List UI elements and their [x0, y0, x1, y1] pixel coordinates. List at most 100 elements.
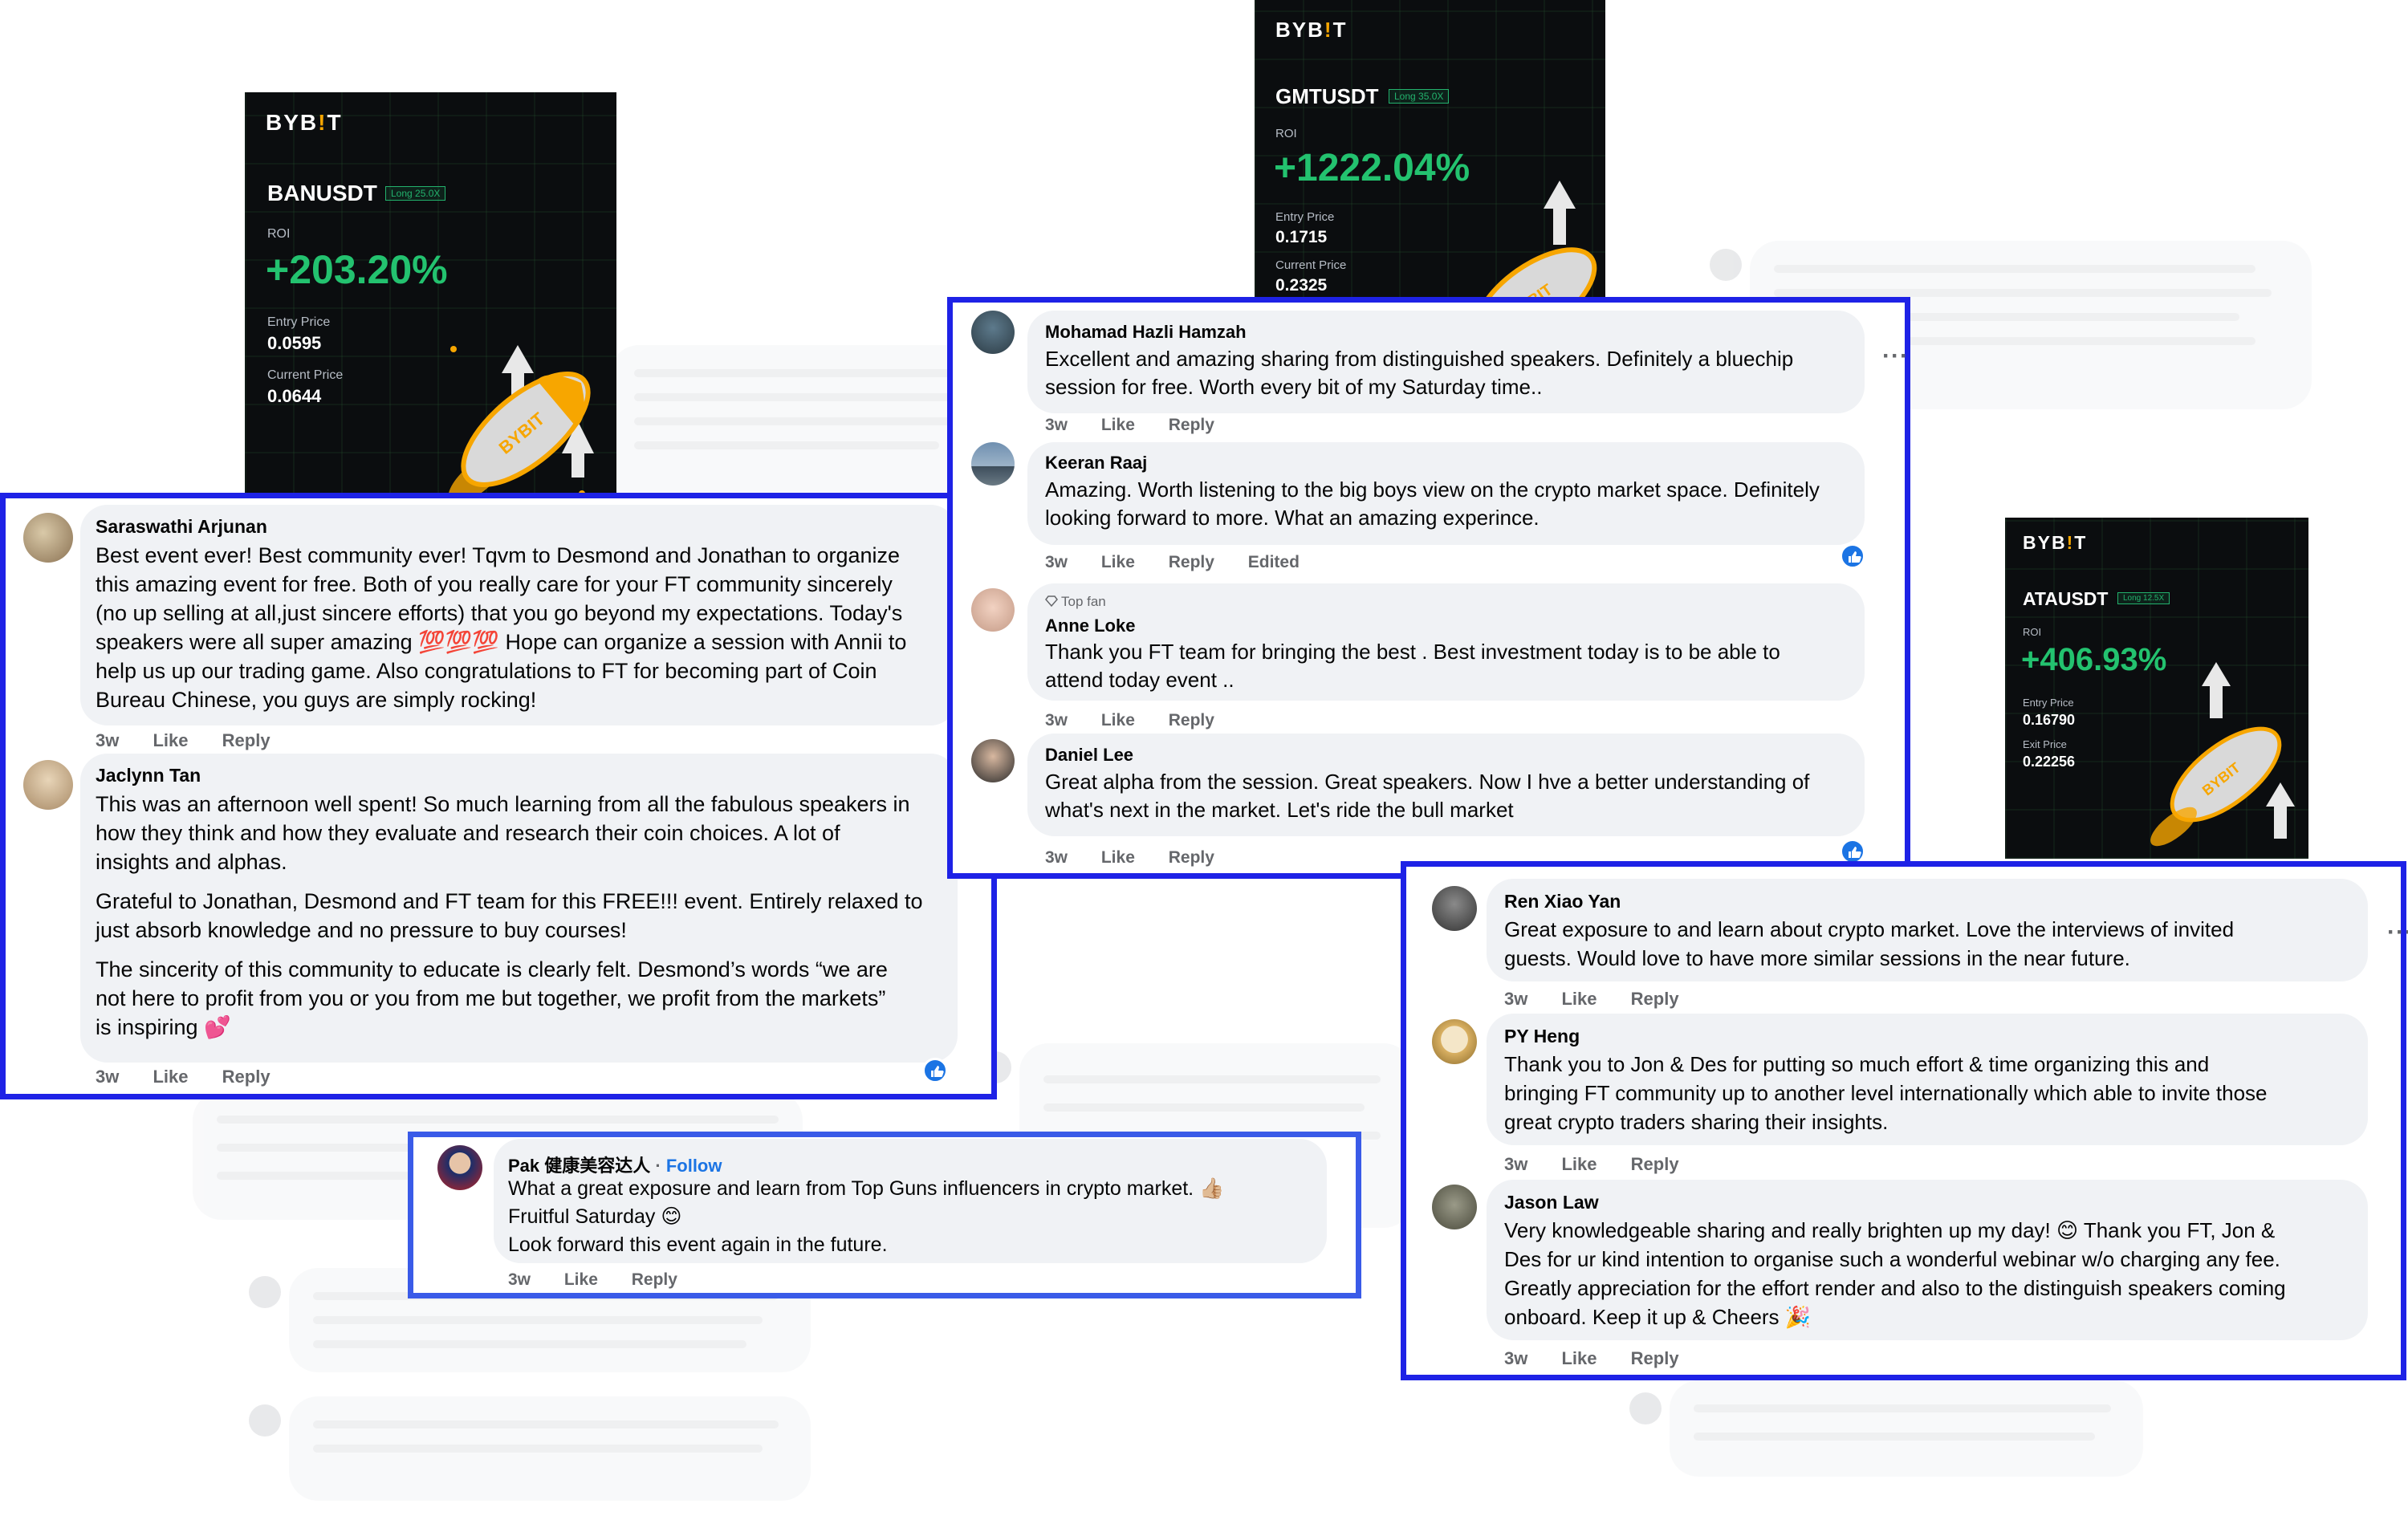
comment-text: Thank you to Jon & Des for putting so mu…: [1504, 1052, 2268, 1134]
follow-link[interactable]: Follow: [666, 1156, 722, 1176]
comment-time: 3w: [1045, 416, 1068, 434]
comment-time: 3w: [1504, 1154, 1528, 1174]
exit-price-label: Exit Price: [2023, 738, 2067, 750]
bybit-card-banusdt: BYB!T BANUSDT Long 25.0X ROI +203.20% En…: [245, 92, 616, 502]
comment-author[interactable]: Pak 健康美容达人: [508, 1156, 650, 1176]
logo-accent: !: [2066, 532, 2075, 553]
rocket-icon: BYBIT: [2150, 662, 2295, 847]
avatar[interactable]: [437, 1145, 482, 1190]
comments-panel-right: Ren Xiao Yan Great exposure to and learn…: [1401, 861, 2408, 1380]
like-button[interactable]: Like: [1561, 1154, 1597, 1174]
comment-actions: 3w Like Reply: [1045, 711, 1243, 730]
like-button[interactable]: Like: [564, 1270, 598, 1289]
comment-actions: 3w Like Reply: [508, 1270, 706, 1290]
entry-price-label: Entry Price: [1275, 210, 1335, 224]
reply-button[interactable]: Reply: [222, 730, 270, 750]
avatar[interactable]: [971, 739, 1015, 782]
entry-price-value: 0.1715: [1275, 228, 1328, 246]
exit-price-value: 0.22256: [2023, 754, 2076, 770]
comment-author[interactable]: Saraswathi Arjunan: [96, 516, 267, 538]
like-button[interactable]: Like: [1561, 989, 1597, 1009]
comment-author[interactable]: PY Heng: [1504, 1026, 1580, 1047]
comment-actions: 3w Like Reply: [1504, 1348, 1708, 1369]
entry-price-label: Entry Price: [267, 315, 331, 329]
reply-button[interactable]: Reply: [1169, 553, 1214, 571]
like-reaction-icon[interactable]: [1840, 543, 1865, 569]
comment-author-line: Pak 健康美容达人 · Follow: [508, 1156, 722, 1176]
bybit-logo: BYB!T: [2023, 532, 2088, 553]
comment-text: Very knowledgeable sharing and really br…: [1504, 1218, 2286, 1329]
like-button[interactable]: Like: [1561, 1348, 1597, 1368]
like-button[interactable]: Like: [1101, 848, 1135, 867]
current-price-value: 0.2325: [1275, 276, 1328, 295]
comment-time: 3w: [1045, 848, 1068, 867]
comment-text: Best event ever! Best community ever! Tq…: [96, 543, 907, 712]
comment-author[interactable]: Keeran Raaj: [1045, 453, 1147, 473]
comment-author[interactable]: Daniel Lee: [1045, 745, 1133, 766]
comment-author[interactable]: Anne Loke: [1045, 616, 1135, 636]
avatar[interactable]: [1432, 886, 1477, 931]
reply-button[interactable]: Reply: [1631, 1348, 1679, 1368]
more-options-icon[interactable]: ···: [2387, 919, 2408, 946]
avatar[interactable]: [23, 760, 73, 810]
current-price-value: 0.0644: [267, 386, 322, 406]
avatar[interactable]: [971, 311, 1015, 354]
comment-text: Amazing. Worth listening to the big boys…: [1045, 478, 1820, 530]
current-price-label: Current Price: [1275, 258, 1347, 272]
like-button[interactable]: Like: [153, 1067, 188, 1087]
entry-price-value: 0.0595: [267, 333, 322, 353]
comment-actions: 3w Like Reply: [1504, 989, 1708, 1010]
like-button[interactable]: Like: [1101, 711, 1135, 729]
rocket-icon: BYBIT: [1474, 181, 1597, 301]
bybit-card-gmtusdt: BYB!T GMTUSDT Long 35.0X ROI +1222.04% E…: [1255, 0, 1605, 301]
like-button[interactable]: Like: [1101, 416, 1135, 434]
edited-label: Edited: [1247, 553, 1300, 571]
rocket-icon: BYBIT: [448, 345, 594, 502]
avatar[interactable]: [971, 442, 1015, 486]
comment-time: 3w: [508, 1270, 531, 1289]
comment-time: 3w: [1045, 711, 1068, 729]
diamond-icon: [1045, 595, 1058, 608]
reply-button[interactable]: Reply: [1631, 1154, 1679, 1174]
leverage-badge: Long 12.5X: [2117, 592, 2170, 604]
like-button[interactable]: Like: [1101, 553, 1135, 571]
reply-button[interactable]: Reply: [1169, 848, 1214, 867]
comment-time: 3w: [1045, 553, 1068, 571]
leverage-badge: Long 35.0X: [1389, 89, 1450, 104]
roi-label: ROI: [2023, 626, 2042, 638]
comment-text: Great alpha from the session. Great spea…: [1045, 770, 1810, 822]
comment-text: Excellent and amazing sharing from disti…: [1045, 347, 1794, 399]
comment-actions: 3w Like Reply: [1504, 1154, 1708, 1175]
bybit-logo: BYB!T: [1275, 18, 1348, 42]
comments-panel-pak: Pak 健康美容达人 · Follow What a great exposur…: [408, 1132, 1361, 1298]
background-comment-ghost: [610, 345, 995, 514]
reply-button[interactable]: Reply: [1631, 989, 1679, 1009]
reply-button[interactable]: Reply: [632, 1270, 677, 1289]
avatar[interactable]: [1432, 1185, 1477, 1229]
roi-label: ROI: [1275, 127, 1297, 140]
avatar[interactable]: [23, 513, 73, 563]
avatar[interactable]: [1432, 1019, 1477, 1064]
comment-text: What a great exposure and learn from Top…: [508, 1177, 1225, 1256]
comment-actions: 3w Like Reply Edited: [1045, 553, 1328, 572]
comment-author[interactable]: Jaclynn Tan: [96, 765, 201, 786]
comment-author[interactable]: Mohamad Hazli Hamzah: [1045, 322, 1247, 343]
comment-text: Thank you FT team for bringing the best …: [1045, 640, 1780, 692]
reply-button[interactable]: Reply: [1169, 416, 1214, 434]
comment-author[interactable]: Ren Xiao Yan: [1504, 891, 1621, 912]
trading-pair: BANUSDT: [267, 181, 377, 205]
comment-text: Great exposure to and learn about crypto…: [1504, 917, 2235, 970]
more-options-icon[interactable]: ···: [1882, 343, 1909, 370]
comment-actions: 3w Like Reply: [1045, 848, 1243, 868]
comment-actions: 3w Like Reply: [96, 730, 299, 751]
bybit-card-atausdt: BYB!T ATAUSDT Long 12.5X ROI +406.93% En…: [2005, 518, 2308, 859]
comments-panel-center: Mohamad Hazli Hamzah Excellent and amazi…: [947, 297, 1910, 879]
bybit-logo: BYB!T: [266, 110, 343, 135]
reply-button[interactable]: Reply: [1169, 711, 1214, 729]
like-button[interactable]: Like: [153, 730, 188, 750]
avatar[interactable]: [971, 588, 1015, 632]
comment-time: 3w: [1504, 989, 1528, 1009]
like-reaction-icon[interactable]: [922, 1058, 948, 1083]
comment-author[interactable]: Jason Law: [1504, 1192, 1599, 1213]
reply-button[interactable]: Reply: [222, 1067, 270, 1087]
